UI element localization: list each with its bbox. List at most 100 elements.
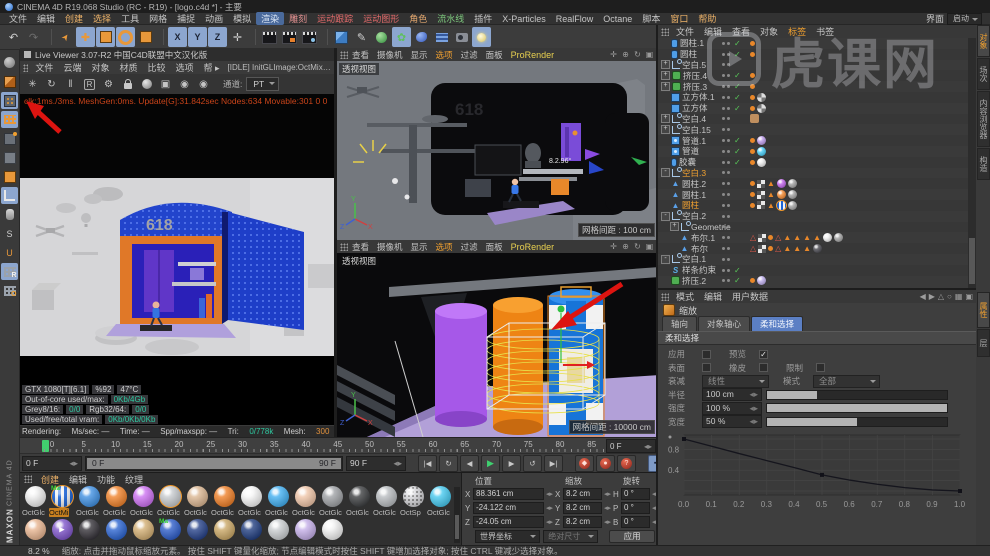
object-tags[interactable]: △ △ ▲ ▲ ▲ (750, 244, 823, 254)
octane-logo-icon[interactable]: ✳ (25, 77, 40, 92)
apply-checkbox[interactable] (702, 349, 711, 359)
visibility-dots[interactable] (722, 182, 730, 186)
visibility-dots[interactable]: ✓ (722, 93, 741, 102)
lock-resolution-icon[interactable] (120, 77, 135, 92)
undo-icon[interactable]: ↶ (4, 27, 23, 47)
focus-picker-icon[interactable]: ◉ (177, 77, 192, 92)
material-swatch[interactable]: OctSp (400, 485, 426, 517)
menu-item-RealFlow[interactable]: RealFlow (551, 14, 599, 24)
last-tool-icon[interactable] (136, 27, 155, 47)
scene-light-icon[interactable] (472, 27, 491, 47)
object-row[interactable]: ▲ 圆柱.1 ▲ (658, 189, 968, 200)
expand-toggle-icon[interactable]: - (661, 211, 670, 221)
object-row[interactable]: + Geometrie (658, 220, 968, 233)
render-settings-icon[interactable]: ⚙ (101, 77, 116, 92)
goto-end-button[interactable]: ▶| (544, 454, 563, 472)
object-row[interactable]: ▲ 圆柱.2 ▲ (658, 178, 968, 190)
visibility-dots[interactable] (722, 193, 730, 197)
material-swatch[interactable]: OctGlc (346, 485, 372, 517)
material-swatch[interactable] (211, 518, 237, 540)
current-frame-field[interactable]: 0 F ◂▸ (22, 455, 82, 471)
material-swatch[interactable] (292, 518, 318, 540)
material-swatch[interactable]: OctGlc (103, 485, 129, 517)
coord-input[interactable]: -24.122 cm (473, 502, 544, 514)
menu-item-比较[interactable]: 比较 (142, 61, 170, 74)
menu-item-插件[interactable]: 插件 (469, 12, 497, 25)
viewport-maximize-icon[interactable]: ▣ (644, 49, 655, 60)
drag-grip-icon[interactable] (23, 63, 29, 72)
menu-item-查看[interactable]: 查看 (348, 241, 373, 253)
menu-item-材质[interactable]: 材质 (114, 61, 142, 74)
visibility-dots[interactable] (722, 128, 730, 132)
viewport-zoom-icon[interactable]: ⊕ (620, 49, 631, 60)
sound-scrub-icon[interactable]: S (1, 225, 18, 242)
channel-dropdown[interactable]: PT (246, 77, 280, 91)
object-tags[interactable] (750, 103, 766, 113)
menu-item-云端[interactable]: 云端 (58, 61, 86, 74)
object-row[interactable]: ▲ 圆柱 ▲ (658, 199, 968, 211)
menu-item-工具[interactable]: 工具 (116, 12, 144, 25)
object-row[interactable]: S 样条约束 ✓ (658, 264, 968, 276)
expand-toggle-icon[interactable]: + (661, 71, 670, 81)
falloff-dropdown[interactable]: 线性 (702, 374, 769, 388)
end-frame-field[interactable]: 90 F ◂▸ (346, 455, 406, 471)
menu-item-功能[interactable]: 功能 (92, 473, 120, 486)
menu-item-流水线[interactable]: 流水线 (432, 12, 469, 25)
goto-start-button[interactable]: |◀ (418, 454, 437, 472)
visibility-dots[interactable] (722, 236, 730, 240)
expand-toggle-icon[interactable]: - (661, 254, 670, 264)
material-swatch[interactable] (103, 518, 129, 540)
coord-input[interactable]: 8.2 cm (563, 502, 602, 514)
visibility-dots[interactable] (722, 117, 730, 121)
menu-item-运动图形[interactable]: 运动图形 (358, 12, 404, 25)
object-tags[interactable] (750, 114, 759, 124)
menu-item-编辑[interactable]: 编辑 (64, 473, 92, 486)
layout-dropdown[interactable]: 启动 (947, 12, 982, 25)
loop-button[interactable]: ↻ (439, 454, 458, 472)
menu-item-模式[interactable]: 模式 (671, 290, 699, 303)
material-swatch[interactable] (319, 518, 345, 540)
apply-button[interactable]: 应用 (609, 530, 655, 543)
object-row[interactable]: ▲ 布尔.1 △ △ ▲ ▲ ▲ ▲ (658, 232, 968, 243)
visibility-dots[interactable] (722, 214, 730, 218)
edges-mode-icon[interactable] (1, 149, 18, 166)
menu-item-选项[interactable]: 选项 (432, 241, 457, 253)
coordinate-system-icon[interactable]: ✛ (228, 27, 247, 47)
attr-menu-icon-2[interactable]: △ (938, 292, 944, 301)
object-row[interactable]: - 空白.2 (658, 210, 968, 222)
menu-item-捕捉[interactable]: 捕捉 (172, 12, 200, 25)
menu-item-选项[interactable]: 选项 (432, 49, 457, 61)
limit-checkbox[interactable] (816, 363, 825, 372)
attr-side-tab-层[interactable]: 层 (977, 329, 990, 357)
viewport-top-scene[interactable]: 透视视图 618 8.2.96° Y X Z 网格间距: 100 cm (337, 61, 658, 240)
scale-tool-icon[interactable] (96, 27, 115, 47)
material-swatch[interactable] (130, 518, 156, 540)
expand-toggle-icon[interactable]: + (661, 125, 670, 135)
record-keyframe-button[interactable]: ◆ (575, 454, 594, 472)
attr-tab-柔和选择[interactable]: 柔和选择 (751, 316, 804, 331)
render-region-icon[interactable]: ▣ (158, 77, 173, 92)
side-tab-构造[interactable]: 构造 (977, 148, 990, 180)
object-row[interactable]: + 挤压.4 ✓ (658, 70, 968, 82)
viewport-rotate-icon[interactable]: ↻ (632, 49, 643, 60)
menu-item-帮 ▸[interactable]: 帮 ▸ (199, 61, 225, 74)
pick-material-icon[interactable] (139, 77, 154, 92)
menu-item-选择[interactable]: 选择 (88, 12, 116, 25)
menu-item-过滤[interactable]: 过滤 (457, 241, 482, 253)
object-row[interactable]: 管道 ✓ (658, 146, 968, 157)
coord-input[interactable]: 0 ° (621, 516, 650, 528)
redo-icon[interactable]: ↷ (24, 27, 43, 47)
preview-checkbox[interactable]: ✓ (759, 349, 768, 359)
menu-item-角色[interactable]: 角色 (404, 12, 432, 25)
radius-field[interactable]: 100 cm ◂▸ (702, 388, 762, 401)
object-tags[interactable]: ▲ (750, 179, 797, 189)
width-field[interactable]: 50 % ◂▸ (702, 415, 762, 428)
menu-item-显示[interactable]: 显示 (407, 49, 432, 61)
points-mode-icon[interactable] (1, 130, 18, 147)
visibility-dots[interactable]: ✓ (722, 136, 741, 145)
object-row[interactable]: + 空白.4 (658, 112, 968, 125)
next-frame-button[interactable]: ▶ (502, 454, 521, 472)
attr-menu-icon-3[interactable]: ○ (947, 292, 952, 301)
render-view-icon[interactable] (260, 27, 279, 47)
visibility-dots[interactable]: ✓ (722, 50, 741, 59)
